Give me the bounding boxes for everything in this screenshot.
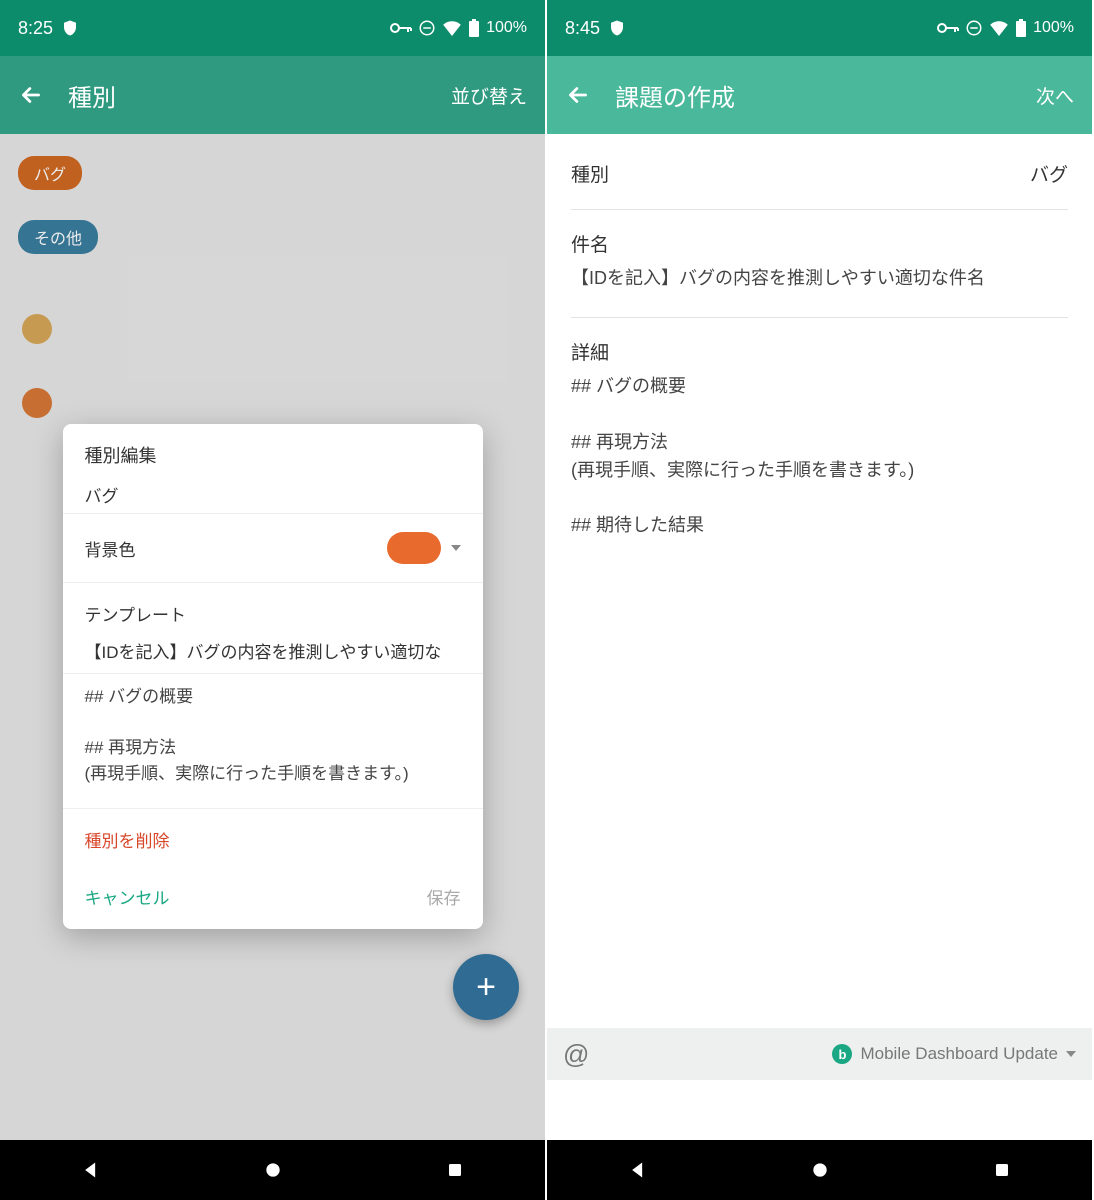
project-badge-icon: b [832, 1044, 852, 1064]
nav-recent[interactable] [993, 1161, 1011, 1179]
detail-label: 詳細 [571, 318, 1068, 365]
bg-color-label: 背景色 [85, 536, 136, 561]
status-icons: 100% [390, 19, 527, 37]
wifi-icon [989, 20, 1009, 36]
template-body[interactable]: ## バグの概要 ## 再現方法 (再現手順、実際に行った手順を書きます。) [63, 673, 483, 808]
dialog-title: 種別編集 [85, 442, 461, 468]
subject-label: 件名 [571, 210, 1068, 257]
battery-icon [468, 19, 480, 37]
dnd-icon [418, 19, 436, 37]
delete-type-button[interactable]: 種別を削除 [63, 808, 483, 870]
project-picker[interactable]: b Mobile Dashboard Update [832, 1044, 1076, 1064]
shield-icon [61, 19, 79, 37]
template-label: テンプレート [85, 601, 461, 626]
page-title: 課題の作成 [615, 78, 1036, 113]
type-name-value[interactable]: バグ [85, 482, 461, 507]
back-button[interactable] [565, 82, 591, 108]
back-button[interactable] [18, 82, 44, 108]
type-field[interactable]: 種別 バグ [571, 156, 1068, 205]
wifi-icon [442, 20, 462, 36]
app-bar: 課題の作成 次へ [547, 56, 1092, 134]
app-bar: 種別 並び替え [0, 56, 545, 134]
subject-input[interactable]: 【IDを記入】バグの内容を推測しやすい適切な件名 [571, 257, 1068, 313]
save-button[interactable]: 保存 [427, 884, 461, 909]
arrow-left-icon [565, 82, 591, 108]
nav-back[interactable] [628, 1160, 648, 1180]
type-list-background: バグ その他 種別編集 バグ 背景色 テンプレート 【IDを [0, 134, 545, 1140]
shield-icon [608, 19, 626, 37]
status-bar: 8:45 100% [547, 0, 1092, 56]
issue-form: 種別 バグ 件名 【IDを記入】バグの内容を推測しやすい適切な件名 詳細 ## … [547, 134, 1092, 1140]
cancel-button[interactable]: キャンセル [85, 884, 170, 909]
nav-recent[interactable] [446, 1161, 464, 1179]
phone-left: 8:25 100% 種別 並び替え バグ その他 [0, 0, 547, 1200]
nav-home[interactable] [810, 1160, 830, 1180]
battery-text: 100% [1033, 19, 1074, 37]
type-value: バグ [1030, 160, 1068, 187]
battery-text: 100% [486, 19, 527, 37]
key-icon [937, 21, 959, 35]
phone-right: 8:45 100% 課題の作成 次へ 種別 バグ 件名 【IDを記入 [547, 0, 1094, 1200]
arrow-left-icon [18, 82, 44, 108]
nav-home[interactable] [263, 1160, 283, 1180]
chevron-down-icon [1066, 1051, 1076, 1057]
status-bar: 8:25 100% [0, 0, 545, 56]
status-icons: 100% [937, 19, 1074, 37]
editor-toolbar: @ b Mobile Dashboard Update [547, 1028, 1092, 1080]
battery-icon [1015, 19, 1027, 37]
status-time: 8:25 [18, 18, 53, 39]
next-action[interactable]: 次へ [1036, 82, 1074, 109]
mention-button[interactable]: @ [563, 1039, 589, 1070]
android-nav-bar [0, 1140, 545, 1200]
status-time: 8:45 [565, 18, 600, 39]
color-swatch [387, 532, 441, 564]
template-subject[interactable]: 【IDを記入】バグの内容を推測しやすい適切な [85, 638, 461, 663]
bg-color-picker[interactable] [387, 532, 461, 564]
key-icon [390, 21, 412, 35]
add-fab[interactable]: + [453, 954, 519, 1020]
plus-icon: + [476, 968, 496, 1007]
detail-input[interactable]: ## バグの概要 ## 再現方法 (再現手順、実際に行った手順を書きます。) #… [571, 365, 1068, 560]
page-title: 種別 [68, 78, 451, 113]
chevron-down-icon [451, 545, 461, 551]
sort-action[interactable]: 並び替え [451, 82, 527, 109]
nav-back[interactable] [81, 1160, 101, 1180]
android-nav-bar [547, 1140, 1092, 1200]
dnd-icon [965, 19, 983, 37]
type-label: 種別 [571, 160, 609, 187]
project-name: Mobile Dashboard Update [860, 1044, 1058, 1064]
edit-type-dialog: 種別編集 バグ 背景色 テンプレート 【IDを記入】バグの内容を推測しやすい適切… [63, 424, 483, 929]
